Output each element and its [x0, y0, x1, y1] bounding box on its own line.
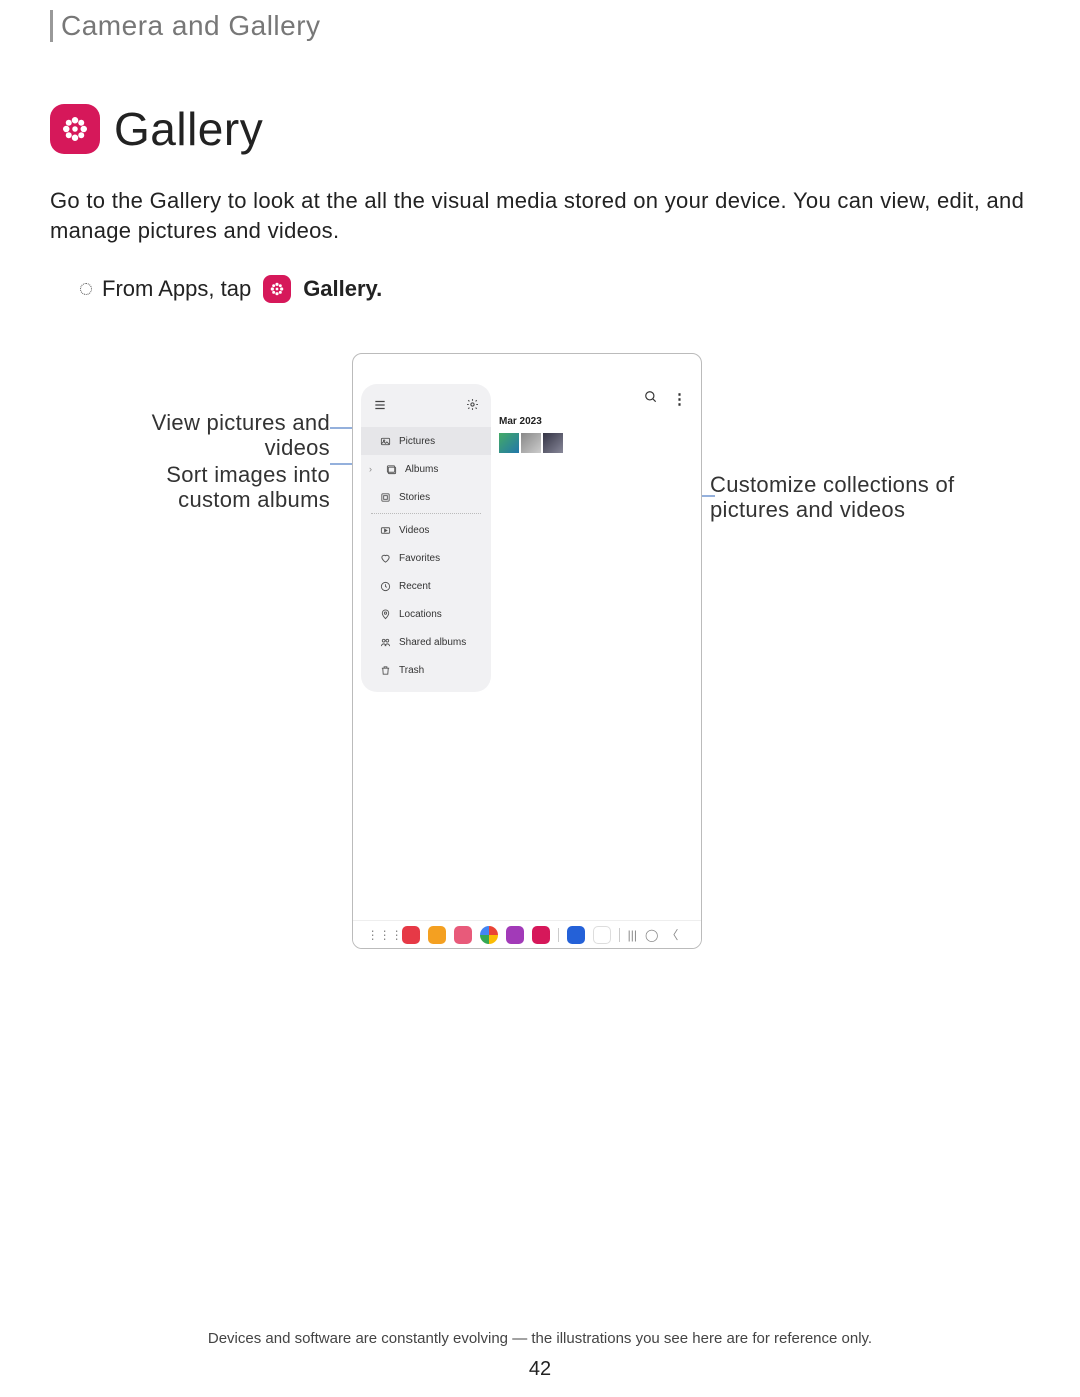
search-icon[interactable] [644, 390, 658, 408]
page-title: Gallery [114, 102, 263, 156]
gallery-icon[interactable] [506, 926, 524, 944]
dock-app-icon[interactable] [593, 926, 611, 944]
dock-app-icon[interactable] [428, 926, 446, 944]
sidebar: Pictures › Albums Stories Videos [361, 384, 491, 692]
callout-view-pictures: View pictures and videos [120, 411, 330, 459]
shared-icon [379, 636, 391, 648]
settings-icon[interactable] [466, 398, 479, 417]
taskbar: ⋮⋮⋮ ||| ◯ 〈 [353, 920, 701, 948]
apps-grid-icon[interactable]: ⋮⋮⋮ [376, 926, 394, 944]
bullet-icon [80, 283, 92, 295]
sidebar-item-label: Trash [399, 665, 424, 676]
sidebar-item-label: Favorites [399, 553, 440, 564]
trash-icon [379, 664, 391, 676]
sidebar-item-label: Shared albums [399, 637, 466, 648]
sidebar-item-label: Albums [405, 464, 438, 475]
page-number: 42 [0, 1358, 1080, 1381]
sidebar-item-label: Videos [399, 525, 429, 536]
device-screenshot: ⋮ Pictures › Albu [352, 353, 702, 949]
sidebar-item-trash[interactable]: Trash [361, 656, 491, 684]
picture-icon [379, 435, 391, 447]
location-icon [379, 608, 391, 620]
divider [371, 513, 481, 514]
clock-icon [379, 580, 391, 592]
sidebar-item-locations[interactable]: Locations [361, 600, 491, 628]
recents-icon[interactable]: ||| [628, 928, 637, 942]
sidebar-item-label: Recent [399, 581, 431, 592]
breadcrumb: Camera and Gallery [61, 10, 1025, 42]
footnote: Devices and software are constantly evol… [0, 1330, 1080, 1347]
sidebar-item-label: Stories [399, 492, 430, 503]
sidebar-item-pictures[interactable]: Pictures [361, 427, 491, 455]
back-icon[interactable]: 〈 [666, 926, 678, 943]
chrome-icon[interactable] [480, 926, 498, 944]
sidebar-item-shared-albums[interactable]: Shared albums [361, 628, 491, 656]
sidebar-item-recent[interactable]: Recent [361, 572, 491, 600]
stories-icon [379, 491, 391, 503]
callout-sort-albums: Sort images into custom albums [120, 463, 330, 511]
sidebar-item-label: Locations [399, 609, 442, 620]
content-area: Mar 2023 [499, 416, 691, 453]
chevron-right-icon: › [369, 464, 377, 474]
sidebar-item-albums[interactable]: › Albums [361, 455, 491, 483]
gallery-icon [263, 275, 291, 303]
albums-icon [385, 463, 397, 475]
divider [619, 928, 620, 942]
sidebar-item-videos[interactable]: Videos [361, 516, 491, 544]
dock-app-icon[interactable] [454, 926, 472, 944]
gallery-icon [50, 104, 100, 154]
more-icon[interactable]: ⋮ [672, 390, 687, 408]
menu-icon[interactable] [373, 398, 387, 417]
sidebar-item-label: Pictures [399, 436, 435, 447]
home-icon[interactable]: ◯ [645, 928, 658, 942]
divider [558, 928, 559, 942]
intro-text: Go to the Gallery to look at the all the… [50, 186, 1025, 245]
instruction-app-name: Gallery. [303, 276, 382, 302]
date-group-label: Mar 2023 [499, 416, 691, 427]
thumbnail[interactable] [499, 433, 519, 453]
dock-app-icon[interactable] [567, 926, 585, 944]
sidebar-item-stories[interactable]: Stories [361, 483, 491, 511]
dock-app-icon[interactable] [402, 926, 420, 944]
video-icon [379, 524, 391, 536]
thumbnail[interactable] [521, 433, 541, 453]
dock-app-icon[interactable] [532, 926, 550, 944]
instruction-prefix: From Apps, tap [102, 276, 251, 302]
callout-customize-stories: Customize collections of pictures and vi… [710, 473, 970, 521]
thumbnail[interactable] [543, 433, 563, 453]
heart-icon [379, 552, 391, 564]
instruction: From Apps, tap Gallery. [80, 275, 1025, 303]
sidebar-item-favorites[interactable]: Favorites [361, 544, 491, 572]
